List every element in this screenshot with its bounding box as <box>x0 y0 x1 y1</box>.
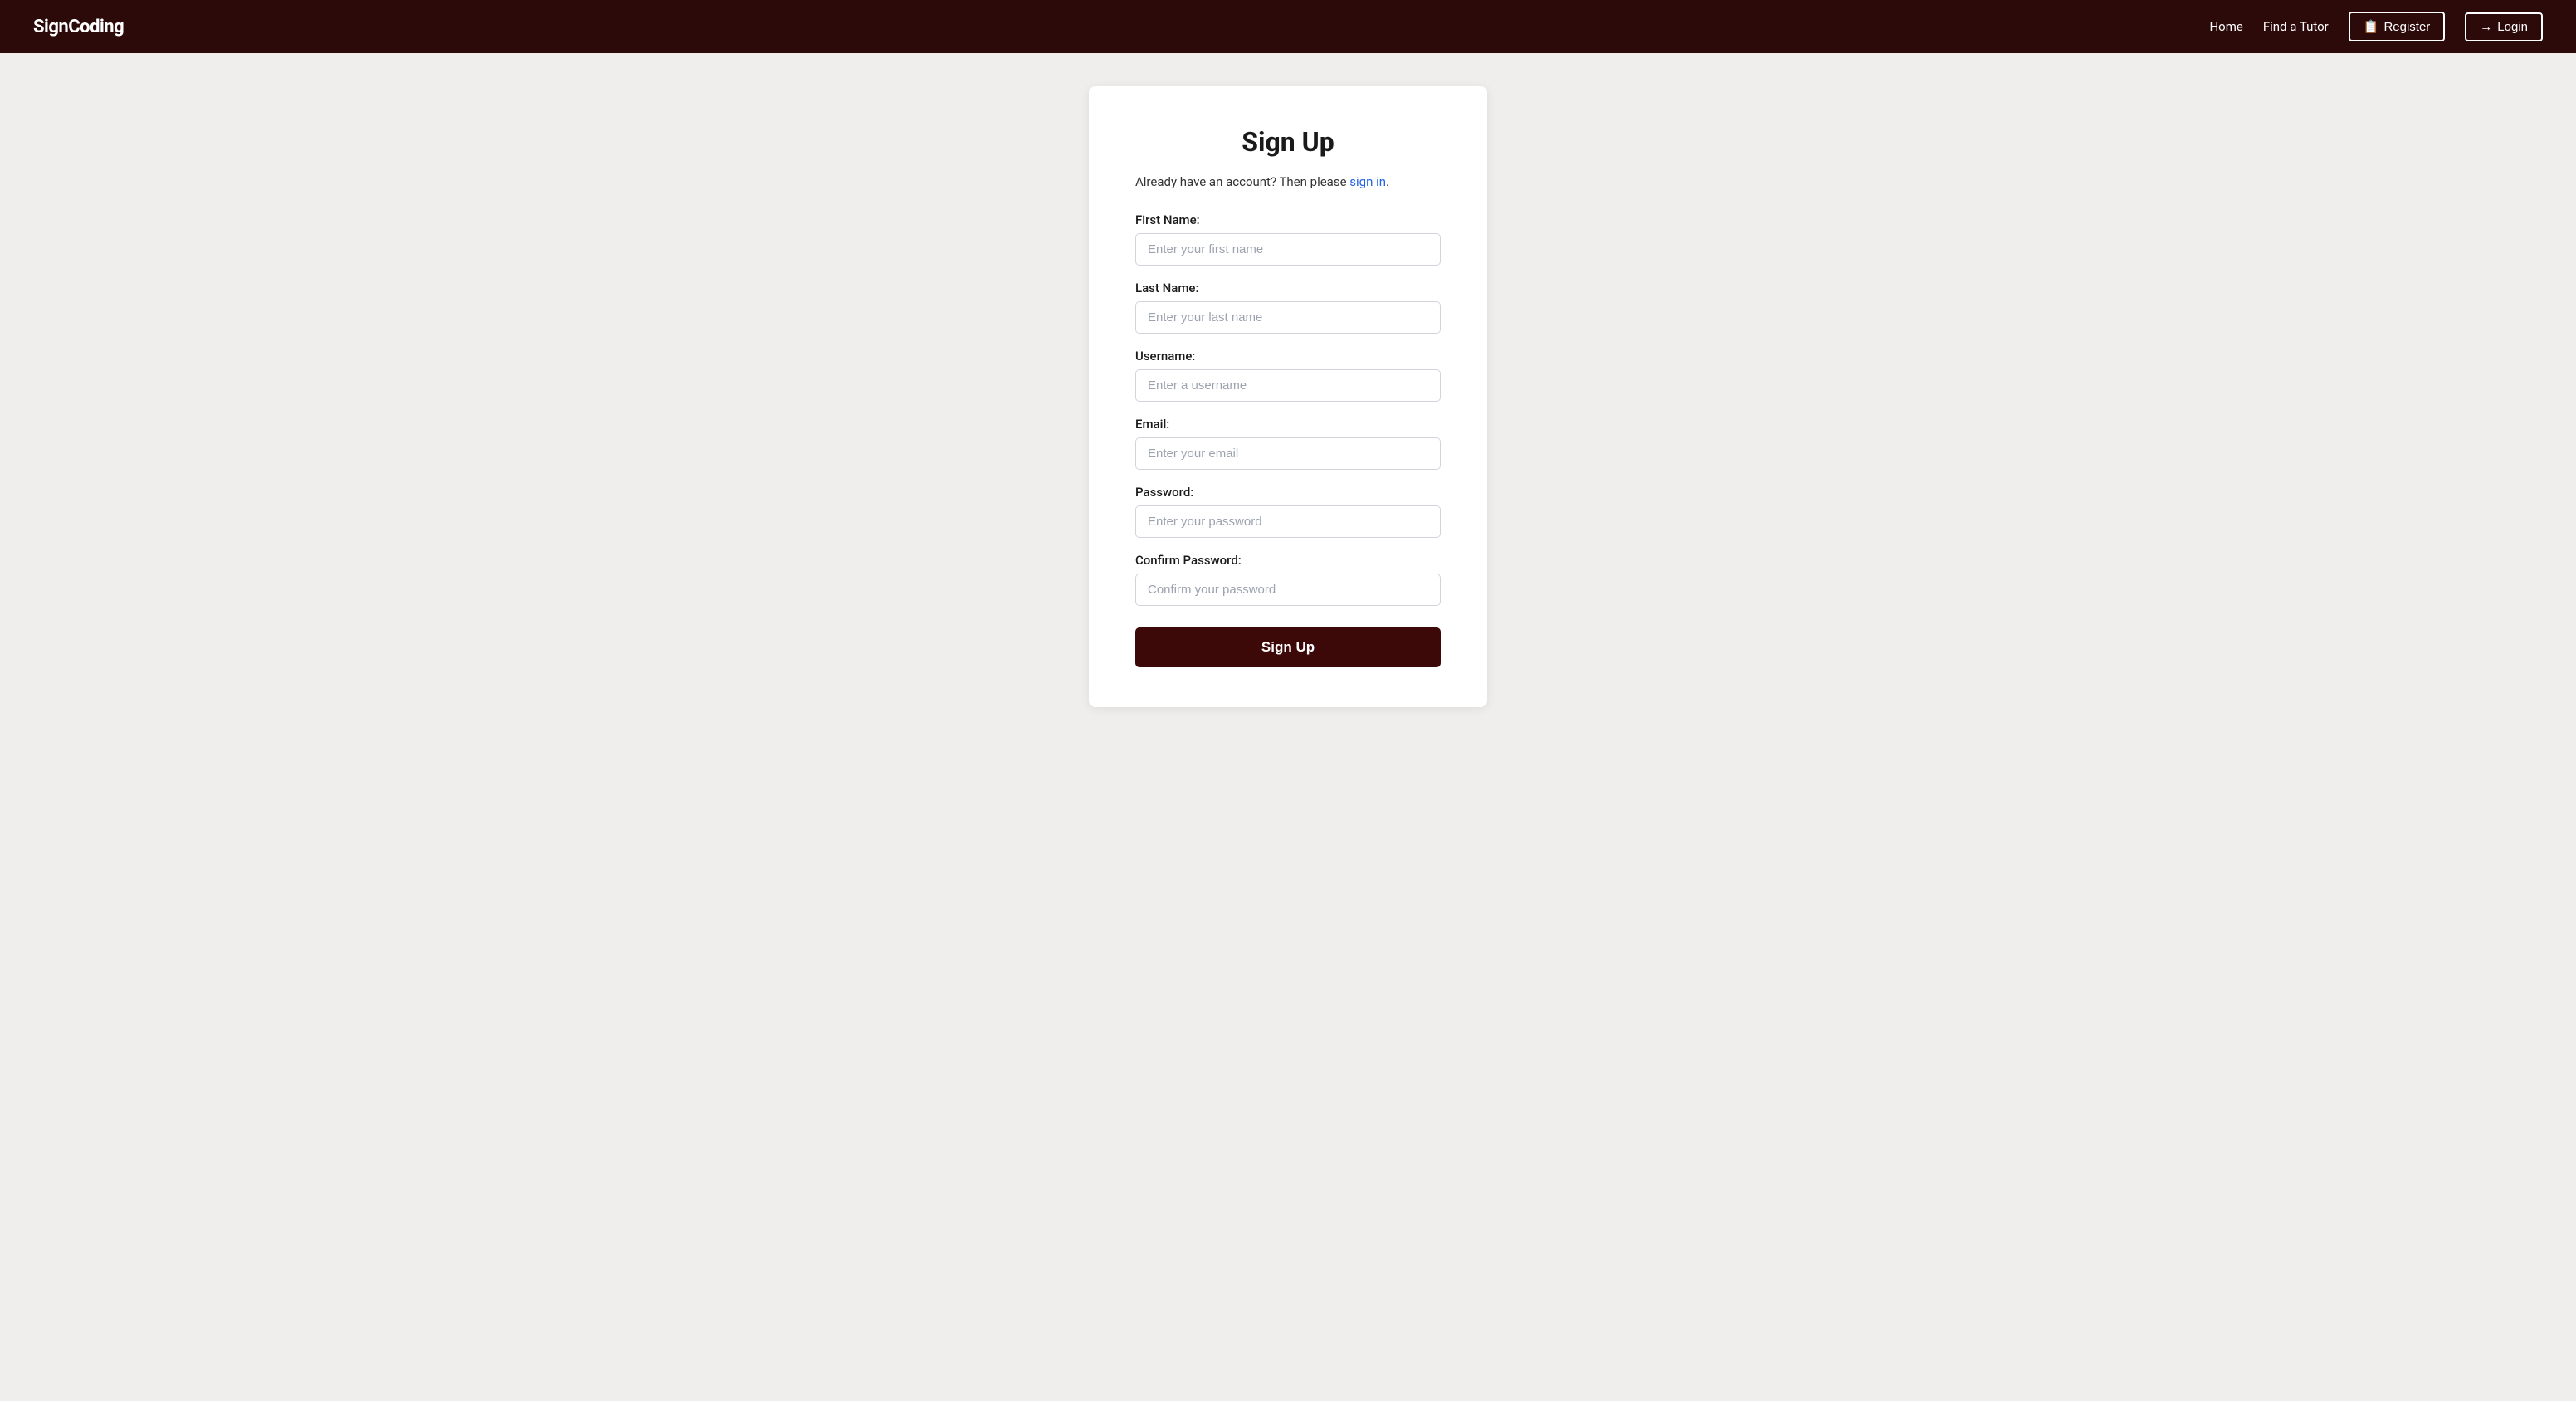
signup-card: Sign Up Already have an account? Then pl… <box>1089 86 1487 707</box>
email-input[interactable] <box>1135 437 1441 470</box>
signin-prefix-text: Already have an account? Then please <box>1135 174 1349 189</box>
main-content: Sign Up Already have an account? Then pl… <box>0 53 2576 757</box>
first-name-group: First Name: <box>1135 212 1441 266</box>
last-name-group: Last Name: <box>1135 281 1441 334</box>
last-name-label: Last Name: <box>1135 281 1441 295</box>
navbar: SignCoding Home Find a Tutor 📋 Register … <box>0 0 2576 53</box>
home-link[interactable]: Home <box>2209 19 2242 34</box>
confirm-password-input[interactable] <box>1135 574 1441 606</box>
signin-prompt: Already have an account? Then please sig… <box>1135 174 1441 189</box>
signup-submit-button[interactable]: Sign Up <box>1135 627 1441 667</box>
register-label: Register <box>2383 20 2430 34</box>
password-label: Password: <box>1135 485 1441 500</box>
page-title: Sign Up <box>1135 126 1441 158</box>
password-group: Password: <box>1135 485 1441 538</box>
password-input[interactable] <box>1135 505 1441 538</box>
email-group: Email: <box>1135 417 1441 470</box>
confirm-password-label: Confirm Password: <box>1135 553 1441 568</box>
nav-links: Home Find a Tutor 📋 Register → Login <box>2209 12 2543 41</box>
username-group: Username: <box>1135 349 1441 402</box>
first-name-input[interactable] <box>1135 233 1441 266</box>
site-logo: SignCoding <box>33 17 124 37</box>
signin-link[interactable]: sign in <box>1349 174 1386 189</box>
signup-form: First Name: Last Name: Username: Email: … <box>1135 212 1441 667</box>
register-button[interactable]: 📋 Register <box>2349 12 2446 41</box>
register-icon: 📋 <box>2364 19 2379 34</box>
username-label: Username: <box>1135 349 1441 364</box>
login-label: Login <box>2497 20 2528 34</box>
confirm-password-group: Confirm Password: <box>1135 553 1441 606</box>
login-button[interactable]: → Login <box>2465 12 2543 41</box>
find-tutor-link[interactable]: Find a Tutor <box>2263 19 2329 34</box>
username-input[interactable] <box>1135 369 1441 402</box>
signin-suffix-text: . <box>1386 174 1389 189</box>
last-name-input[interactable] <box>1135 301 1441 334</box>
first-name-label: First Name: <box>1135 212 1441 227</box>
login-icon: → <box>2480 20 2492 34</box>
email-label: Email: <box>1135 417 1441 432</box>
